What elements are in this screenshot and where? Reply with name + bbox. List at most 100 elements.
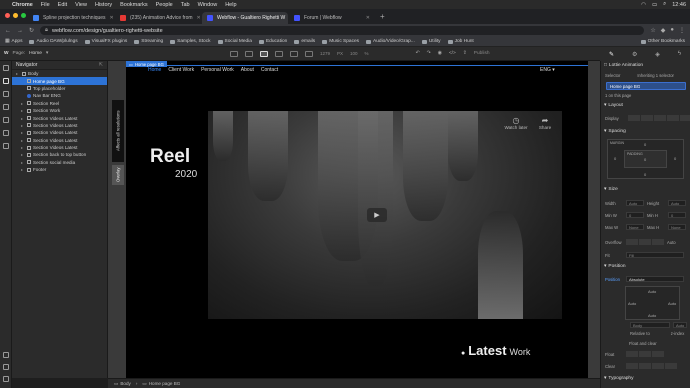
- minimize-window-button[interactable]: [13, 13, 18, 18]
- navigator-item[interactable]: ▸ Section Videos Latest: [12, 122, 107, 129]
- navigator-item[interactable]: ▸ Section social media: [12, 159, 107, 166]
- breakpoint-large-button[interactable]: [245, 50, 253, 57]
- display-toggle-group[interactable]: [627, 115, 690, 121]
- overflow-scroll-icon[interactable]: [652, 239, 664, 245]
- display-flex-icon[interactable]: [640, 115, 653, 121]
- bookmark-folder[interactable]: Audio DAW/plulngs: [29, 39, 78, 44]
- navigator-item-selected[interactable]: Home page BG: [12, 77, 107, 85]
- expand-arrow-icon[interactable]: ▸: [21, 130, 25, 135]
- chevron-down-icon[interactable]: ▾: [46, 51, 48, 56]
- expand-arrow-icon[interactable]: ▸: [21, 116, 25, 121]
- menu-people[interactable]: People: [156, 2, 173, 8]
- interactions-bolt-icon[interactable]: ϟ: [678, 51, 681, 57]
- navigator-item[interactable]: ▸ Section Videos Latest: [12, 114, 107, 121]
- breadcrumb-home-page-bg[interactable]: ▭ Home page BG: [142, 381, 180, 387]
- expand-arrow-icon[interactable]: ▸: [21, 152, 25, 157]
- browser-tab[interactable]: Forum | Webflow ✕: [289, 12, 375, 24]
- breakpoint-landscape-button[interactable]: [290, 50, 298, 57]
- navigator-item[interactable]: ▸ Section Videos Latest: [12, 144, 107, 151]
- layout-section[interactable]: ▾ Layout: [604, 103, 623, 108]
- back-icon[interactable]: ←: [5, 28, 11, 34]
- menu-view[interactable]: View: [75, 2, 87, 8]
- site-nav-contact[interactable]: Contact: [261, 67, 278, 73]
- bookmark-folder[interactable]: Audio/Video/Grap...: [366, 39, 415, 44]
- offset-top-value[interactable]: Auto: [648, 289, 656, 294]
- navigator-item[interactable]: ▸ Section Work: [12, 107, 107, 114]
- url-text[interactable]: webflow.com/design/gualtiero-righetti-we…: [52, 28, 163, 34]
- offset-right-value[interactable]: Auto: [668, 301, 676, 306]
- redo-icon[interactable]: ↷: [427, 51, 431, 56]
- height-input[interactable]: Auto: [668, 200, 686, 206]
- select-tool-icon[interactable]: [2, 352, 9, 358]
- breadcrumb-body[interactable]: ▭ Body: [114, 381, 131, 387]
- clear-none-icon[interactable]: [626, 363, 638, 369]
- publish-button[interactable]: Publish: [474, 51, 490, 56]
- size-section[interactable]: ▾ Size: [604, 187, 618, 192]
- max-height-input[interactable]: None: [668, 224, 686, 230]
- min-height-input[interactable]: 0: [668, 212, 686, 218]
- menu-bookmarks[interactable]: Bookmarks: [120, 2, 148, 8]
- expand-arrow-icon[interactable]: ▸: [16, 71, 20, 76]
- star-icon[interactable]: ☆: [650, 27, 655, 34]
- position-offset-box[interactable]: Auto Auto Auto Auto: [625, 286, 680, 320]
- selector-field[interactable]: Home page BG: [606, 82, 686, 90]
- offset-bottom-value[interactable]: Auto: [648, 313, 656, 318]
- z-index-field[interactable]: Auto: [673, 322, 687, 328]
- min-width-input[interactable]: 0: [626, 212, 644, 218]
- zoom-window-button[interactable]: [21, 13, 26, 18]
- navigator-item[interactable]: ▸ Section back to top button: [12, 151, 107, 158]
- share-button[interactable]: ➦ Share: [536, 116, 554, 130]
- profile-icon[interactable]: ●: [670, 27, 674, 34]
- clear-right-icon[interactable]: [652, 363, 664, 369]
- close-icon[interactable]: ✕: [110, 15, 114, 21]
- add-panel-icon[interactable]: [2, 65, 9, 71]
- menu-help[interactable]: Help: [225, 2, 236, 8]
- relative-to-field[interactable]: Body: [630, 322, 670, 328]
- bookmark-folder[interactable]: Social Media: [217, 39, 252, 44]
- menu-dots-icon[interactable]: ⋮: [679, 27, 685, 34]
- ecommerce-icon[interactable]: [2, 130, 9, 136]
- search-icon[interactable]: ⌕: [663, 1, 666, 8]
- bookmark-folder[interactable]: Education: [258, 39, 287, 44]
- width-input[interactable]: Auto: [626, 200, 644, 206]
- menu-history[interactable]: History: [95, 2, 112, 8]
- bookmark-folder[interactable]: VisualFX plugins: [84, 39, 127, 44]
- clear-left-icon[interactable]: [639, 363, 651, 369]
- expand-arrow-icon[interactable]: ▸: [21, 167, 25, 172]
- bookmark-folder[interactable]: Job Hunt: [447, 39, 474, 44]
- settings-gear-icon[interactable]: ⚙: [632, 51, 637, 58]
- close-icon[interactable]: ⇱: [99, 62, 103, 68]
- breakpoint-desktop-button[interactable]: [260, 50, 268, 57]
- inheriting-label[interactable]: Inheriting 1 selector: [637, 73, 674, 78]
- margin-top-value[interactable]: 0: [644, 142, 646, 147]
- bookmark-folder[interactable]: Utility: [421, 39, 441, 44]
- expand-arrow-icon[interactable]: ▸: [21, 123, 25, 128]
- navigator-item[interactable]: ▸ Section Videos Latest: [12, 129, 107, 136]
- fit-select[interactable]: Fill: [626, 252, 684, 258]
- site-nav-personal-work[interactable]: Personal Work: [201, 67, 234, 73]
- spacing-box-model[interactable]: MARGIN 0 0 0 0 PADDING 0: [607, 139, 684, 179]
- display-grid-icon[interactable]: [653, 115, 666, 121]
- navigator-item[interactable]: Nav Bar ENG: [12, 92, 107, 99]
- play-button[interactable]: ▶: [367, 208, 387, 222]
- clock[interactable]: 12:46: [672, 2, 686, 8]
- display-none-icon[interactable]: [679, 115, 690, 121]
- language-selector[interactable]: ENG ▾: [540, 67, 555, 73]
- address-bar[interactable]: 🔒︎ webflow.com/design/gualtiero-righetti…: [40, 26, 645, 35]
- menu-app-name[interactable]: Chrome: [12, 2, 33, 8]
- bookmark-folder[interactable]: Streaming: [134, 39, 163, 44]
- new-tab-button[interactable]: +: [380, 12, 385, 21]
- navigator-item[interactable]: ▸ Section Videos Latest: [12, 137, 107, 144]
- share-icon[interactable]: ⇪: [463, 51, 467, 56]
- bookmark-folder[interactable]: Music Spaces: [322, 39, 359, 44]
- expand-arrow-icon[interactable]: ▸: [21, 160, 25, 165]
- undo-icon[interactable]: ↶: [416, 51, 420, 56]
- navigator-item[interactable]: ▸ Footer: [12, 166, 107, 173]
- code-icon[interactable]: </>: [449, 51, 456, 56]
- spacing-section[interactable]: ▾ Spacing: [604, 129, 626, 134]
- padding-box[interactable]: PADDING 0: [624, 150, 667, 168]
- expand-arrow-icon[interactable]: ▸: [21, 108, 25, 113]
- float-and-clear-label[interactable]: Float and clear: [629, 341, 657, 346]
- browser-tab[interactable]: (235) Animation Advice from ✕: [115, 12, 201, 24]
- pages-icon[interactable]: [2, 104, 9, 110]
